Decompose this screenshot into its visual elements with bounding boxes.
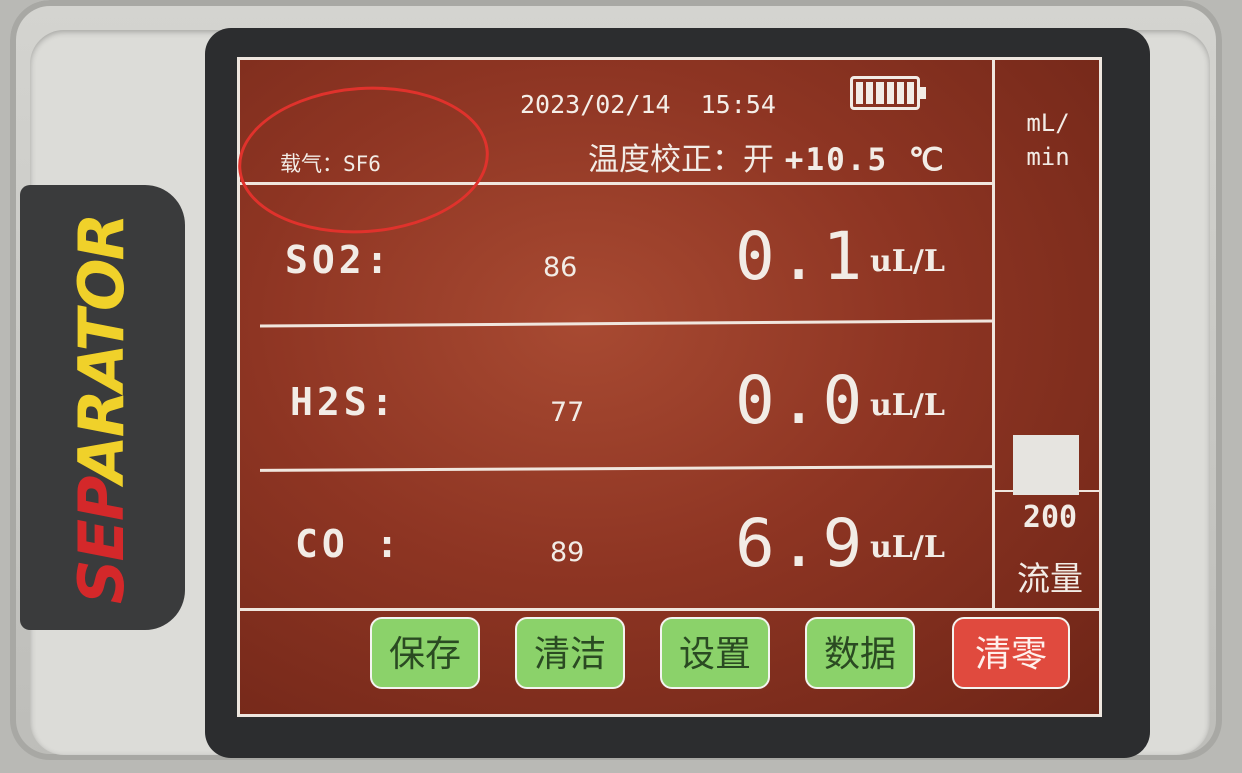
gas-value-co: 6.9 (735, 505, 867, 582)
divider-row1 (259, 319, 993, 328)
datetime: 2023/02/14 15:54 (520, 90, 776, 119)
gas-raw-h2s: 77 (550, 397, 585, 428)
gas-raw-co: 89 (550, 537, 585, 568)
gas-value-so2: 0.1 (735, 218, 867, 295)
data-button[interactable]: 数据 (805, 617, 915, 689)
temp-correction-label: 温度校正：开 (588, 142, 774, 178)
brand-logo-part1: SEP (65, 483, 138, 604)
gas-unit-co: uL/L (870, 530, 945, 565)
lcd-screen: 2023/02/14 15:54 载气：SF6 温度校正：开 +10.5 ℃ m… (233, 57, 1102, 717)
brand-strip: SEPARATOR (20, 185, 185, 630)
time: 15:54 (700, 90, 776, 119)
temperature-correction: 温度校正：开 +10.5 ℃ (588, 134, 946, 179)
zero-button[interactable]: 清零 (952, 617, 1070, 689)
divider-footer (240, 608, 1100, 611)
flow-label: 流量 (1017, 559, 1083, 598)
settings-button[interactable]: 设置 (660, 617, 770, 689)
gas-raw-so2: 86 (543, 252, 578, 283)
gas-unit-so2: uL/L (870, 244, 945, 279)
flow-value: 200 (1022, 500, 1078, 535)
temp-correction-value: +10.5 ℃ (784, 142, 946, 178)
divider-row2 (259, 465, 993, 472)
clean-button[interactable]: 清洁 (515, 617, 625, 689)
gas-name-h2s: H2S: (290, 380, 398, 424)
gas-name-so2: SO2: (285, 238, 393, 282)
divider-vertical (992, 60, 995, 610)
gas-unit-h2s: uL/L (870, 388, 945, 423)
battery-icon (850, 76, 926, 110)
flow-level-bar (1013, 435, 1079, 495)
gas-value-h2s: 0.0 (735, 362, 867, 439)
brand-logo-part2: ARATOR (65, 214, 138, 484)
flow-unit: mL/ min (1026, 109, 1070, 171)
save-button[interactable]: 保存 (370, 617, 480, 689)
carrier-gas-label: 载气：SF6 (280, 152, 381, 176)
gas-name-co: CO : (295, 522, 403, 566)
date: 2023/02/14 (520, 90, 671, 119)
brand-logo: SEPARATOR (57, 204, 147, 604)
